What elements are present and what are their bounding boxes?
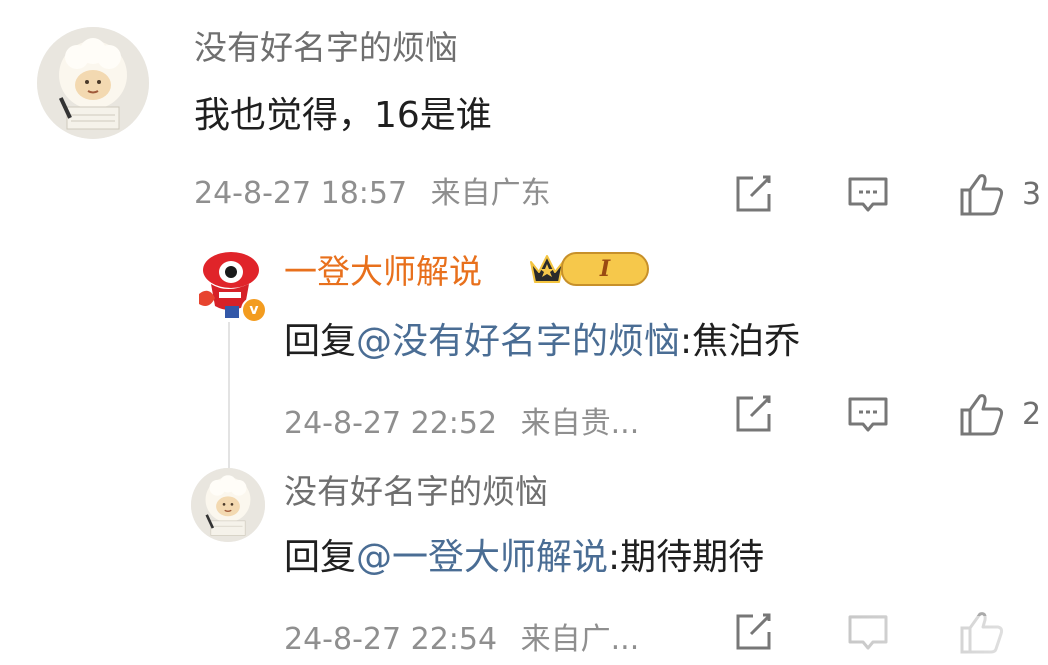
reply-prefix: 回复 [284,537,357,578]
thumbs-up-icon [958,392,1006,436]
reply-location: 来自广... [520,622,640,657]
reply-location: 来自贵... [520,406,640,441]
sheep-avatar-image [37,27,149,139]
reply-username[interactable]: 一登大师解说 [284,252,482,292]
reply-content: :焦泊乔 [680,321,801,362]
share-icon[interactable] [733,394,775,434]
share-icon[interactable] [733,174,775,214]
crown-icon [530,255,564,283]
comment-text: 我也觉得，16是谁 [194,95,492,136]
reply-prefix: 回复 [284,321,357,362]
reply-time: 24-8-27 22:52 [284,406,498,441]
avatar[interactable] [37,27,149,139]
like-button[interactable]: 3 [958,172,1041,216]
mention-link[interactable]: @没有好名字的烦恼 [356,321,680,362]
reply-timestamp: 24-8-27 22:52 来自贵... [284,406,639,442]
watermark [780,616,1048,656]
reply-text: 回复@一登大师解说:期待期待 [284,536,764,580]
verified-badge: v [241,297,267,323]
sheep-avatar-image [191,468,265,542]
level-badge: I [561,252,649,286]
like-count: 2 [1022,396,1042,432]
thread-line [228,322,230,474]
vip-crown-badge[interactable]: I [529,252,649,286]
reply-username[interactable]: 没有好名字的烦恼 [284,472,548,512]
comment-username[interactable]: 没有好名字的烦恼 [194,28,458,68]
reply-avatar[interactable] [191,468,265,542]
comment-timestamp: 24-8-27 18:57 来自广东 [194,176,551,212]
comment-icon[interactable] [847,396,889,434]
comment-time: 24-8-27 18:57 [194,176,408,211]
thumbs-up-icon [958,172,1006,216]
like-count: 3 [1022,176,1042,212]
reply-content: :期待期待 [608,537,765,578]
comment-location: 来自广东 [430,176,551,211]
reply-time: 24-8-27 22:54 [284,622,498,657]
mention-link[interactable]: @一登大师解说 [356,537,608,578]
like-button[interactable]: 2 [958,392,1041,436]
reply-text: 回复@没有好名字的烦恼:焦泊乔 [284,320,800,364]
share-icon[interactable] [733,612,775,652]
reply-timestamp: 24-8-27 22:54 来自广... [284,622,639,658]
comment-icon[interactable] [847,176,889,214]
